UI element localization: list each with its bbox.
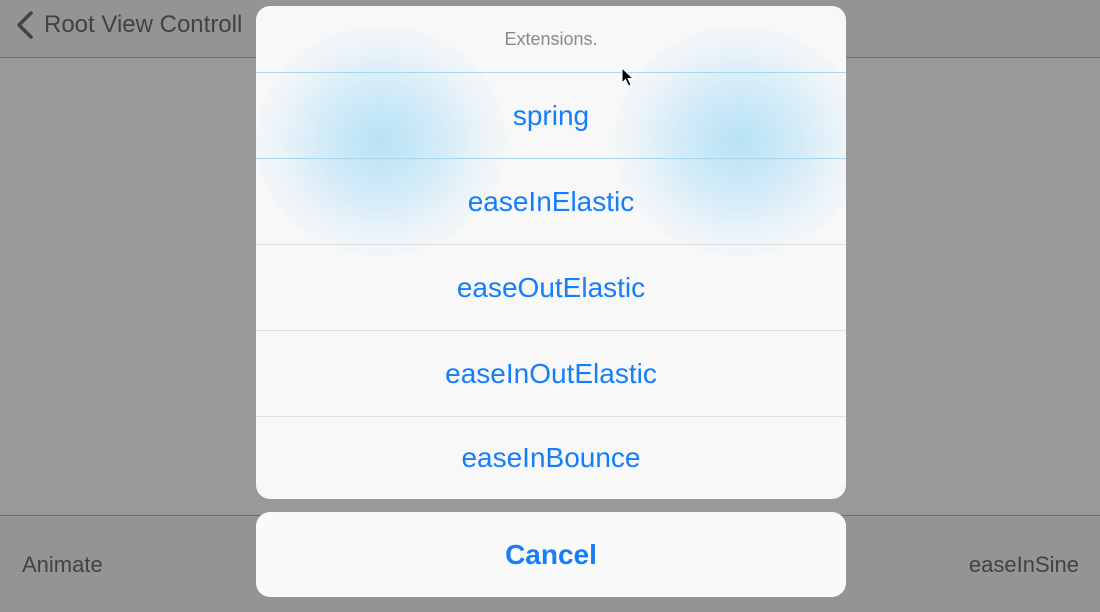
option-ease-in-out-elastic[interactable]: easeInOutElastic (256, 331, 846, 417)
option-ease-in-elastic[interactable]: easeInElastic (256, 159, 846, 245)
screen: Root View Controll Animate easeInSine Ex… (0, 0, 1100, 612)
action-sheet: Extensions. spring easeInElastic easeOut… (256, 6, 846, 499)
option-spring[interactable]: spring (256, 73, 846, 159)
option-ease-in-bounce[interactable]: easeInBounce (256, 417, 846, 499)
cancel-button[interactable]: Cancel (256, 512, 846, 597)
option-ease-out-elastic[interactable]: easeOutElastic (256, 245, 846, 331)
action-sheet-title: Extensions. (256, 6, 846, 73)
